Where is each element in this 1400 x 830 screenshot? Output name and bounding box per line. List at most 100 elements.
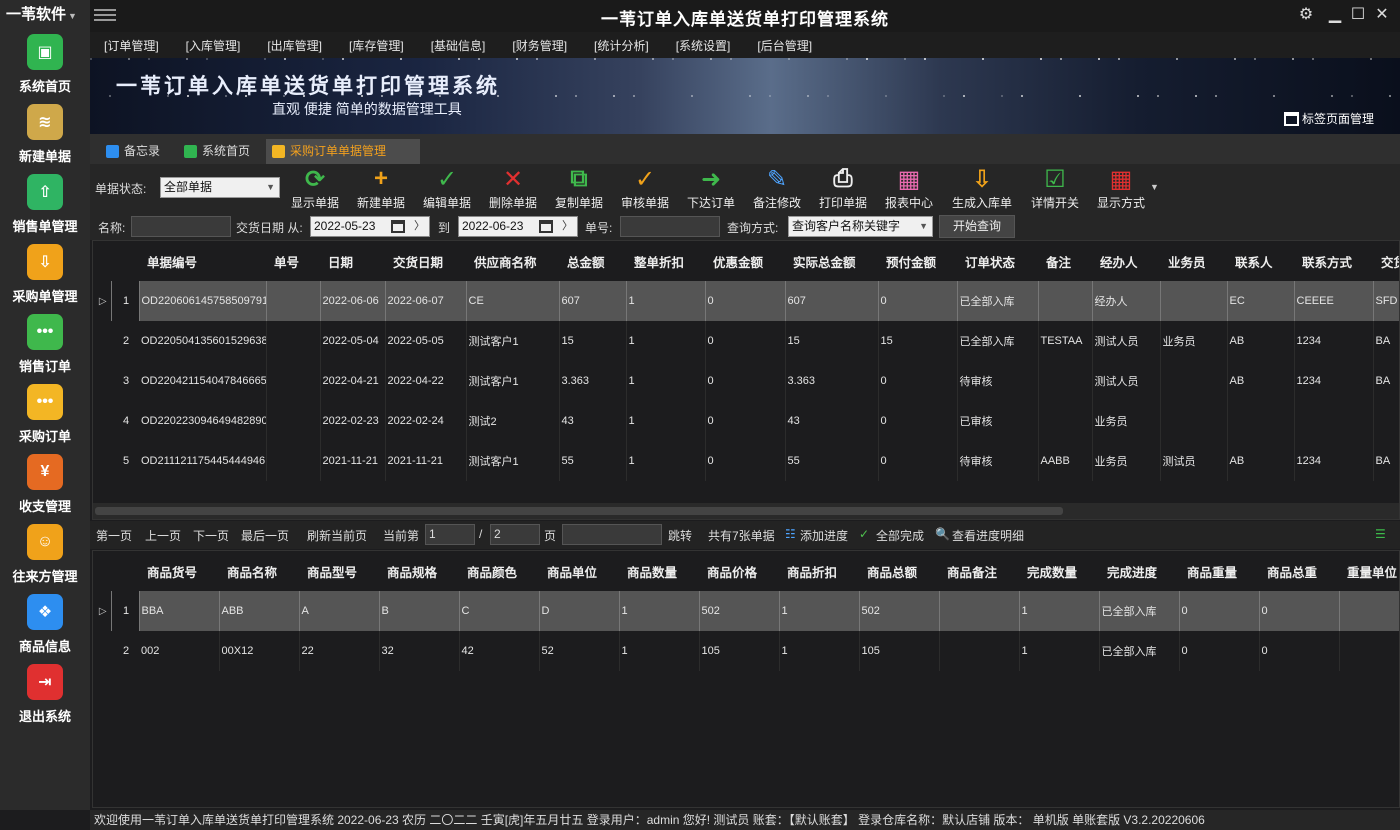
table-cell[interactable]: 502 bbox=[699, 591, 780, 631]
settings-gear-icon[interactable]: ⚙ bbox=[1294, 4, 1318, 24]
current-page-input[interactable]: 1 bbox=[425, 524, 475, 545]
table-cell[interactable]: 43 bbox=[559, 401, 627, 441]
table-cell[interactable]: TESTAA bbox=[1038, 321, 1093, 361]
table-cell[interactable]: OD220606145758509791 bbox=[139, 281, 267, 321]
table-cell[interactable] bbox=[1038, 281, 1093, 321]
table-cell[interactable]: AB bbox=[1227, 321, 1295, 361]
doc-state-select[interactable]: 全部单据 ▼ bbox=[160, 177, 280, 198]
table-cell[interactable]: AB bbox=[1227, 441, 1295, 481]
column-header[interactable]: 日期 bbox=[320, 241, 385, 281]
toolbar-button-11[interactable]: ⇩ 生成入库单 bbox=[947, 166, 1017, 211]
table-cell[interactable]: 002 bbox=[139, 631, 220, 671]
table-cell[interactable]: 1234 bbox=[1294, 361, 1374, 401]
tab-home[interactable]: 系统首页 bbox=[178, 139, 260, 164]
column-header[interactable]: 整单折扣 bbox=[626, 241, 705, 281]
toolbar-button-9[interactable]: ⎙ 打印单据 bbox=[815, 165, 871, 210]
table-cell[interactable]: 0 bbox=[1259, 631, 1340, 671]
column-header[interactable]: 商品折扣 bbox=[779, 551, 859, 591]
column-header[interactable]: 交货日期 bbox=[385, 241, 466, 281]
table-cell[interactable]: 52 bbox=[539, 631, 620, 671]
table-cell[interactable]: 42 bbox=[459, 631, 540, 671]
table-cell[interactable] bbox=[1339, 591, 1399, 631]
column-header[interactable]: 商品重量 bbox=[1179, 551, 1259, 591]
table-cell[interactable]: 2022-06-07 bbox=[385, 281, 467, 321]
table-cell[interactable]: 2022-05-05 bbox=[385, 321, 467, 361]
sidebar-item-4[interactable]: ⇩ 采购单管理 bbox=[0, 242, 90, 312]
table-cell[interactable]: 0 bbox=[878, 361, 958, 401]
table-cell[interactable] bbox=[266, 441, 321, 481]
table-cell[interactable] bbox=[1160, 281, 1228, 321]
table-cell[interactable]: BBA bbox=[139, 591, 220, 631]
order-row[interactable]: ▷ 1 OD220606145758509791 2022-06-06 2022-06-… bbox=[93, 281, 1399, 321]
maximize-icon[interactable]: ☐ bbox=[1346, 4, 1370, 24]
table-cell[interactable]: 已全部入库 bbox=[1099, 591, 1180, 631]
table-cell[interactable]: 43 bbox=[785, 401, 879, 441]
menu-item-9[interactable]: [后台管理] bbox=[757, 37, 812, 54]
table-cell[interactable]: 0 bbox=[705, 361, 786, 401]
table-cell[interactable]: BA bbox=[1373, 361, 1399, 401]
date-to-picker[interactable]: 2022-06-23 〉 bbox=[458, 216, 578, 237]
sidebar-item-5[interactable]: ••• 销售订单 bbox=[0, 312, 90, 382]
table-cell[interactable]: 2022-02-24 bbox=[385, 401, 467, 441]
table-cell[interactable]: 15 bbox=[559, 321, 627, 361]
toolbar-button-12[interactable]: ☑ 详情开关 bbox=[1027, 166, 1083, 211]
order-row[interactable]: 5 OD211121175445444946 2021-11-21 2021-11-2… bbox=[93, 441, 1399, 481]
table-cell[interactable]: 1 bbox=[779, 591, 860, 631]
table-cell[interactable]: OD220223094649482890 bbox=[139, 401, 267, 441]
orders-horizontal-scrollbar[interactable] bbox=[93, 503, 1399, 519]
table-cell[interactable]: 0 bbox=[705, 441, 786, 481]
column-header[interactable]: 商品名称 bbox=[219, 551, 299, 591]
start-query-button[interactable]: 开始查询 bbox=[939, 215, 1015, 238]
column-header[interactable]: 订单状态 bbox=[957, 241, 1038, 281]
table-cell[interactable]: 测试客户1 bbox=[466, 361, 560, 401]
toolbar-button-13[interactable]: ▦ 显示方式 bbox=[1093, 166, 1149, 211]
toolbar-button-4[interactable]: ✕ 删除单据 bbox=[485, 166, 541, 211]
table-cell[interactable] bbox=[1227, 401, 1295, 441]
order-row[interactable]: 4 OD220223094649482890 2022-02-23 2022-02-2… bbox=[93, 401, 1399, 441]
column-header[interactable]: 预付金额 bbox=[878, 241, 957, 281]
table-cell[interactable]: AABB bbox=[1038, 441, 1093, 481]
column-header[interactable]: 经办人 bbox=[1092, 241, 1160, 281]
table-cell[interactable]: 1 bbox=[779, 631, 860, 671]
add-progress-button[interactable]: 添加进度 bbox=[800, 527, 848, 544]
prev-page-button[interactable]: 上一页 bbox=[145, 527, 181, 544]
table-cell[interactable] bbox=[1160, 361, 1228, 401]
table-cell[interactable]: 105 bbox=[859, 631, 940, 671]
toolbar-button-7[interactable]: ➜ 下达订单 bbox=[683, 166, 739, 211]
table-cell[interactable]: 2022-02-23 bbox=[320, 401, 386, 441]
table-cell[interactable] bbox=[939, 631, 1020, 671]
toolbar-button-10[interactable]: ▦ 报表中心 bbox=[881, 166, 937, 211]
table-cell[interactable]: BA bbox=[1373, 441, 1399, 481]
table-cell[interactable]: 105 bbox=[699, 631, 780, 671]
table-cell[interactable]: 2022-04-22 bbox=[385, 361, 467, 401]
column-header[interactable]: 完成数量 bbox=[1019, 551, 1099, 591]
table-cell[interactable]: 1 bbox=[626, 361, 706, 401]
table-cell[interactable]: D bbox=[539, 591, 620, 631]
table-cell[interactable]: 0 bbox=[1179, 591, 1260, 631]
table-cell[interactable] bbox=[266, 401, 321, 441]
menu-item-8[interactable]: [系统设置] bbox=[676, 37, 731, 54]
column-header[interactable]: 单号 bbox=[266, 241, 320, 281]
toolbar-button-3[interactable]: ✓ 编辑单据 bbox=[419, 166, 475, 211]
table-cell[interactable]: 00X12 bbox=[219, 631, 300, 671]
column-header[interactable]: 供应商名称 bbox=[466, 241, 559, 281]
table-cell[interactable] bbox=[1294, 401, 1374, 441]
table-cell[interactable] bbox=[1038, 361, 1093, 401]
sidebar-item-7[interactable]: ¥ 收支管理 bbox=[0, 452, 90, 522]
table-cell[interactable]: 0 bbox=[705, 401, 786, 441]
tab-memo[interactable]: 备忘录 bbox=[100, 139, 170, 164]
menu-item-4[interactable]: [库存管理] bbox=[349, 37, 404, 54]
table-cell[interactable]: 1 bbox=[619, 631, 700, 671]
table-cell[interactable]: 2022-05-04 bbox=[320, 321, 386, 361]
table-cell[interactable]: AB bbox=[1227, 361, 1295, 401]
table-cell[interactable]: 2021-11-21 bbox=[385, 441, 467, 481]
table-cell[interactable]: B bbox=[379, 591, 460, 631]
toolbar-button-6[interactable]: ✓ 审核单据 bbox=[617, 166, 673, 211]
table-cell[interactable]: OD220421154047846665 bbox=[139, 361, 267, 401]
scrollbar-thumb[interactable] bbox=[95, 507, 1063, 515]
table-cell[interactable] bbox=[1038, 401, 1093, 441]
brand-menu[interactable]: 一苇软件 ▼ bbox=[0, 0, 90, 32]
table-cell[interactable] bbox=[939, 591, 1020, 631]
jump-button[interactable]: 跳转 bbox=[668, 527, 692, 544]
tab-purchase-order-management[interactable]: 采购订单单据管理 bbox=[266, 139, 420, 164]
